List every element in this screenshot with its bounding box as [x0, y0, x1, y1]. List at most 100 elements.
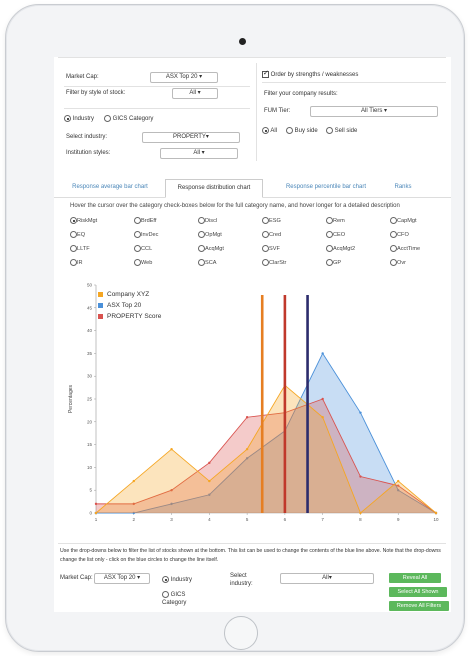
bottom-market-cap-select[interactable]: ASX Top 20 ▾: [94, 573, 150, 584]
category-label: AcqMgt: [205, 245, 224, 252]
category-radio[interactable]: [326, 231, 333, 238]
home-button[interactable]: [224, 616, 258, 650]
bottom-industry-select[interactable]: All▾: [280, 573, 374, 584]
category-radio[interactable]: [326, 259, 333, 266]
bottom-industry-radio-button[interactable]: [162, 576, 169, 583]
category-radio[interactable]: [134, 217, 141, 224]
category-option-gp[interactable]: GP: [326, 259, 341, 266]
category-radio[interactable]: [198, 217, 205, 224]
category-label: LLTF: [77, 245, 90, 252]
category-option-discl[interactable]: Discl: [198, 217, 217, 224]
tab-response-percentile[interactable]: Response percentile bar chart: [274, 179, 378, 196]
category-option-esg[interactable]: ESG: [262, 217, 281, 224]
remove-all-filters-button[interactable]: Remove All Filters: [389, 601, 449, 611]
category-radio[interactable]: [134, 259, 141, 266]
legend-swatch-asx: [98, 302, 103, 308]
category-option-clarstr[interactable]: ClarStr: [262, 259, 286, 266]
select-industry-select[interactable]: PROPERTY▾: [142, 132, 240, 143]
series-point-0: [321, 416, 324, 419]
style-filter-select[interactable]: All ▾: [172, 88, 218, 99]
category-option-ir[interactable]: IR: [70, 259, 83, 266]
category-option-ceo[interactable]: CEO: [326, 231, 345, 238]
category-option-brdeff[interactable]: BrdEff: [134, 217, 156, 224]
side-all-radio-button[interactable]: [262, 127, 269, 134]
reveal-all-button[interactable]: Reveal All: [389, 573, 441, 583]
x-tick-label: 7: [321, 517, 324, 522]
category-radio[interactable]: [326, 217, 333, 224]
fum-select[interactable]: All Tiers ▾: [310, 106, 438, 117]
legend-label-property: PROPERTY Score: [107, 313, 162, 320]
category-radio[interactable]: [262, 245, 269, 252]
category-radio[interactable]: [390, 231, 397, 238]
industry-radio-button[interactable]: [64, 115, 71, 122]
tab-response-average[interactable]: Response average bar chart: [64, 179, 156, 196]
bottom-gics-radio[interactable]: GICS Category: [162, 591, 196, 607]
category-radio[interactable]: [262, 259, 269, 266]
bottom-divider: [58, 543, 446, 544]
category-radio[interactable]: [262, 231, 269, 238]
category-radio[interactable]: [390, 217, 397, 224]
institution-select[interactable]: All ▾: [160, 148, 238, 159]
category-option-ovr[interactable]: Ovr: [390, 259, 406, 266]
category-radio[interactable]: [70, 217, 77, 224]
side-sell-radio[interactable]: Sell side: [326, 127, 357, 134]
side-sell-radio-button[interactable]: [326, 127, 333, 134]
legend-item-asx: ASX Top 20: [98, 300, 161, 311]
category-option-ccl[interactable]: CCL: [134, 245, 152, 252]
series-area-0: [96, 385, 436, 513]
market-cap-select[interactable]: ASX Top 20 ▾: [150, 72, 218, 83]
category-radio[interactable]: [70, 259, 77, 266]
category-option-eq[interactable]: EQ: [70, 231, 85, 238]
category-radio[interactable]: [134, 245, 141, 252]
industry-radio[interactable]: Industry: [64, 115, 94, 122]
category-radio[interactable]: [390, 245, 397, 252]
order-checkbox[interactable]: Order by strengths / weaknesses: [262, 69, 359, 79]
bottom-gics-radio-button[interactable]: [162, 591, 169, 598]
category-radio[interactable]: [326, 245, 333, 252]
category-option-web[interactable]: Web: [134, 259, 152, 266]
category-option-accttime[interactable]: AcctTime: [390, 245, 420, 252]
select-all-shown-button[interactable]: Select All Shown: [389, 587, 447, 597]
category-option-lltf[interactable]: LLTF: [70, 245, 90, 252]
category-radio[interactable]: [198, 245, 205, 252]
bottom-industry-radio[interactable]: Industry: [162, 576, 192, 583]
category-radio[interactable]: [70, 245, 77, 252]
category-radio[interactable]: [70, 231, 77, 238]
category-option-cfo[interactable]: CFO: [390, 231, 409, 238]
category-radio[interactable]: [390, 259, 397, 266]
gics-radio-button[interactable]: [104, 115, 111, 122]
side-all-radio[interactable]: All: [262, 127, 277, 134]
gics-radio[interactable]: GICS Category: [104, 115, 153, 122]
tab-ranks[interactable]: Ranks: [388, 179, 418, 196]
category-radio[interactable]: [262, 217, 269, 224]
category-option-svf[interactable]: SVF: [262, 245, 280, 252]
x-tick-label: 6: [284, 517, 287, 522]
series-point-2: [359, 475, 362, 478]
x-tick-label: 1: [95, 517, 98, 522]
category-option-capmgt[interactable]: CapMgt: [390, 217, 417, 224]
category-option-invdec[interactable]: InvDec: [134, 231, 158, 238]
series-point-0: [245, 447, 249, 451]
side-buy-radio[interactable]: Buy side: [286, 127, 318, 134]
tab-response-distribution[interactable]: Response distribution chart: [165, 179, 263, 198]
category-option-acqmgt[interactable]: AcqMgt: [198, 245, 224, 252]
category-label: Web: [141, 259, 153, 266]
side-all-label: All: [270, 128, 278, 135]
filter-divider-3: [262, 82, 446, 83]
category-radio[interactable]: [198, 231, 205, 238]
category-option-acqmgt2[interactable]: AcqMgt2: [326, 245, 355, 252]
category-radio[interactable]: [198, 259, 205, 266]
order-checkbox-label: Order by strengths / weaknesses: [270, 72, 359, 79]
category-option-cred[interactable]: Cred: [262, 231, 281, 238]
category-option-sca[interactable]: SCA: [198, 259, 217, 266]
category-option-riskmgt[interactable]: RiskMgt: [70, 217, 97, 224]
category-option-opmgt[interactable]: OpMgt: [198, 231, 222, 238]
bottom-note: Use the drop-downs below to filter the l…: [60, 548, 441, 563]
side-buy-radio-button[interactable]: [286, 127, 293, 134]
category-radio[interactable]: [134, 231, 141, 238]
y-tick-label: 10: [87, 465, 93, 470]
category-option-rem[interactable]: Rem: [326, 217, 345, 224]
order-checkbox-box[interactable]: [262, 69, 269, 78]
y-tick-label: 40: [87, 328, 93, 333]
select-industry-label: Select industry:: [66, 134, 108, 140]
